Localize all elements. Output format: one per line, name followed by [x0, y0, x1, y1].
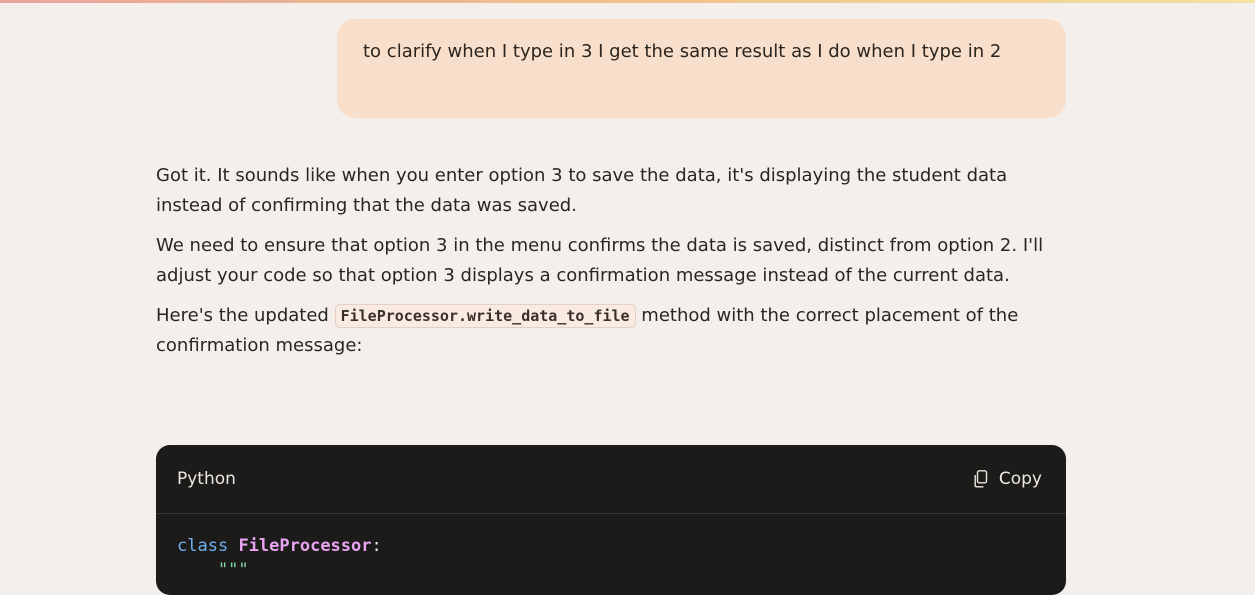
top-accent-bar [0, 0, 1255, 3]
inline-code: FileProcessor.write_data_to_file [334, 304, 636, 328]
code-block: Python Copy class FileProcessor: """ [156, 445, 1066, 595]
assistant-message: Got it. It sounds like when you enter op… [156, 161, 1066, 371]
assistant-paragraph: Here's the updated FileProcessor.write_d… [156, 301, 1066, 361]
code-punctuation: : [371, 536, 382, 556]
copy-button-label: Copy [998, 469, 1042, 489]
code-keyword: class [177, 536, 229, 556]
code-content: class FileProcessor: """ [156, 514, 1066, 582]
code-language-label: Python [177, 469, 236, 489]
assistant-paragraph: We need to ensure that option 3 in the m… [156, 235, 1044, 286]
copy-button[interactable]: Copy [973, 469, 1042, 489]
code-class-name: FileProcessor [238, 536, 372, 556]
user-message-bubble: to clarify when I type in 3 I get the sa… [337, 19, 1066, 118]
code-docstring: """ [177, 560, 249, 580]
code-block-header: Python Copy [156, 445, 1066, 514]
user-message-text: to clarify when I type in 3 I get the sa… [363, 41, 1002, 62]
paragraph-text: Here's the updated [156, 305, 335, 326]
copy-icon [973, 470, 989, 488]
assistant-paragraph: Got it. It sounds like when you enter op… [156, 165, 1008, 216]
